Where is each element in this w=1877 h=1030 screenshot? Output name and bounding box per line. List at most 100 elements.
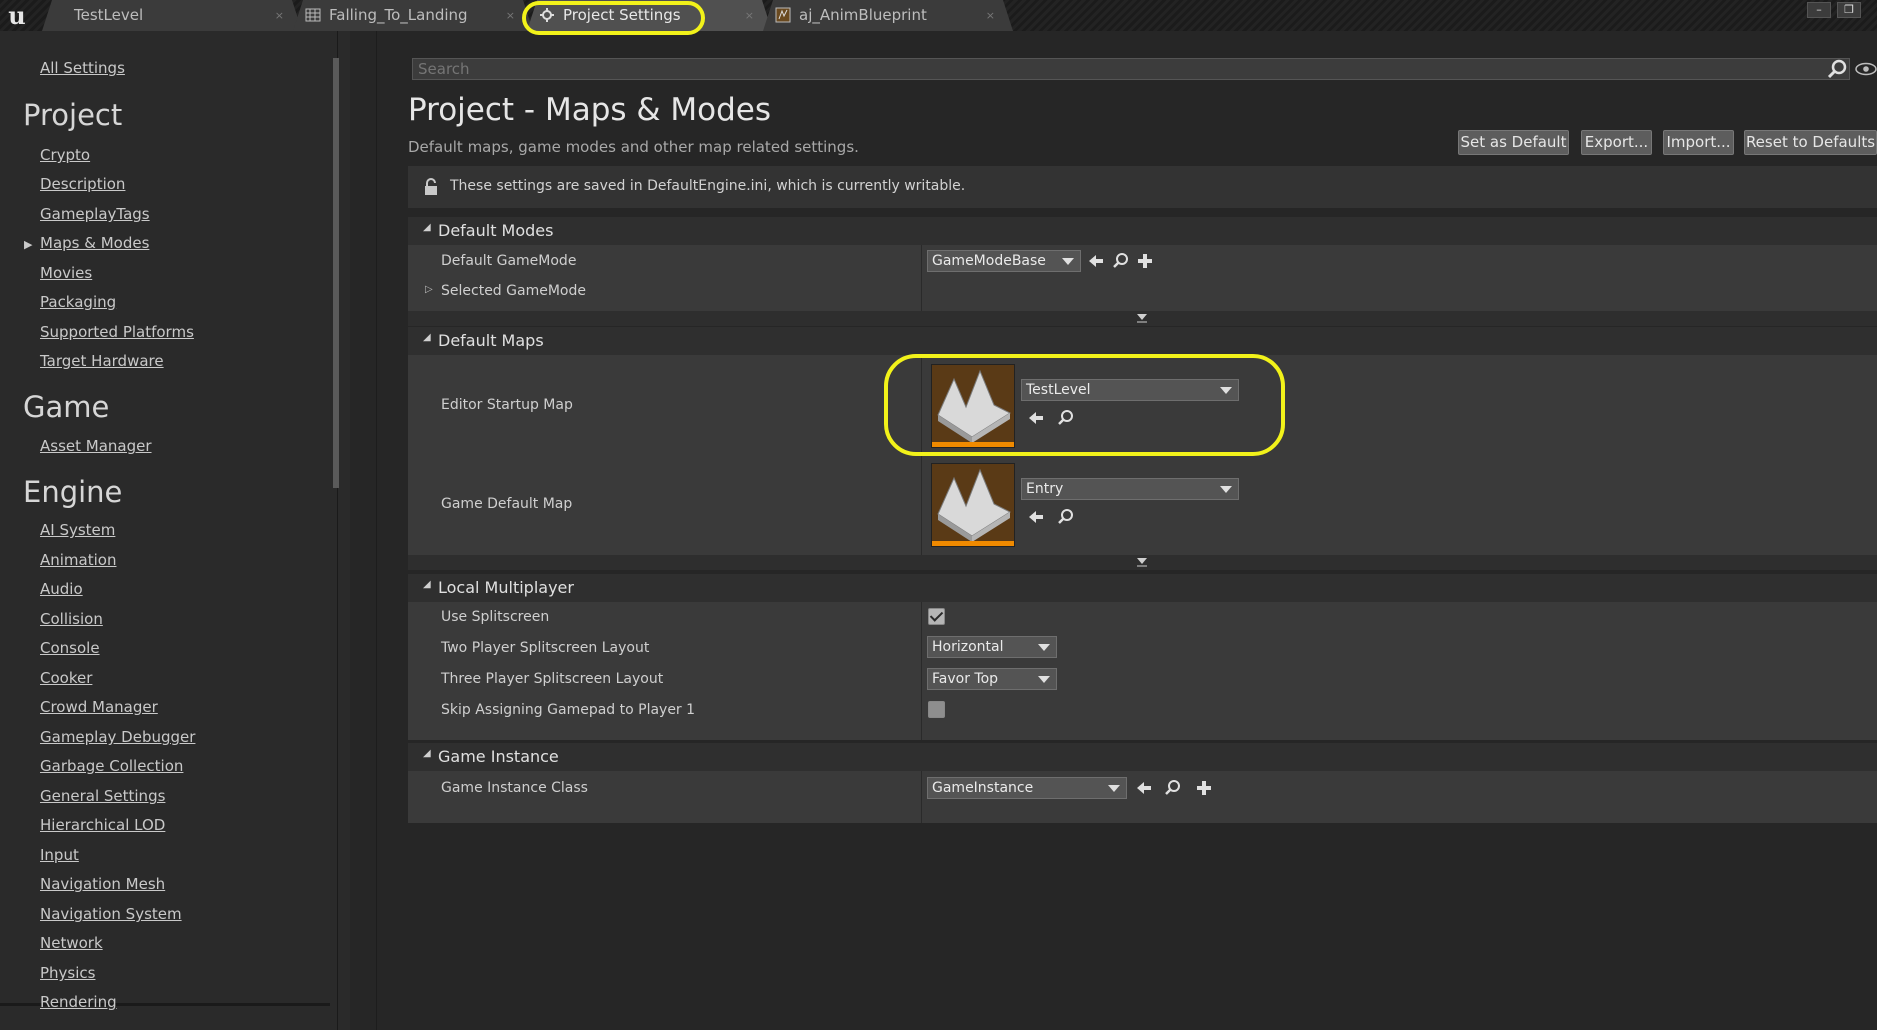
page-subtitle: Default maps, game modes and other map r… — [408, 138, 859, 156]
browse-search-icon[interactable] — [1057, 508, 1075, 526]
section-title: Default Modes — [438, 221, 554, 240]
sidebar-item-supported-platforms[interactable]: Supported Platforms — [40, 323, 194, 341]
tab-falling-to-landing[interactable]: Falling_To_Landing × — [293, 0, 533, 31]
chevron-down-icon — [1038, 676, 1050, 683]
advanced-expander[interactable] — [408, 311, 1877, 326]
sidebar-item-gameplay-debugger[interactable]: Gameplay Debugger — [40, 728, 195, 746]
sidebar-item-hierarchical-lod[interactable]: Hierarchical LOD — [40, 816, 165, 834]
sidebar-scrollbar[interactable] — [333, 58, 339, 488]
default-gamemode-combo[interactable]: GameModeBase — [927, 250, 1081, 272]
use-selected-arrow-icon[interactable] — [1135, 779, 1153, 797]
column-splitter[interactable] — [921, 602, 922, 740]
sidebar-item-gameplaytags[interactable]: GameplayTags — [40, 205, 150, 223]
game-instance-class-combo[interactable]: GameInstance — [927, 777, 1127, 799]
sidebar-item-cooker[interactable]: Cooker — [40, 669, 92, 687]
combo-value: GameModeBase — [932, 253, 1046, 269]
page-title: Project - Maps & Modes — [408, 92, 772, 128]
sidebar-item-general-settings[interactable]: General Settings — [40, 787, 165, 805]
three-player-layout-label: Three Player Splitscreen Layout — [441, 671, 664, 687]
chevron-down-icon — [1220, 486, 1232, 493]
column-splitter[interactable] — [921, 245, 922, 311]
advanced-expander[interactable] — [408, 555, 1877, 570]
game-instance-class-label: Game Instance Class — [441, 780, 588, 796]
animation-icon — [305, 7, 321, 23]
eye-icon[interactable] — [1855, 62, 1877, 76]
two-player-layout-label: Two Player Splitscreen Layout — [441, 640, 650, 656]
sidebar-item-crowd-manager[interactable]: Crowd Manager — [40, 698, 158, 716]
browse-search-icon[interactable] — [1112, 252, 1130, 270]
search-icon[interactable] — [1826, 58, 1848, 80]
sidebar-item-description[interactable]: Description — [40, 175, 125, 193]
sidebar-item-input[interactable]: Input — [40, 846, 79, 864]
close-icon[interactable]: × — [275, 0, 284, 31]
sidebar-item-rendering[interactable]: Rendering — [40, 993, 117, 1011]
sidebar-group-engine: Engine — [23, 475, 123, 509]
unreal-logo-icon[interactable]: u — [4, 3, 30, 29]
close-icon[interactable]: × — [986, 0, 995, 31]
editor-startup-map-label: Editor Startup Map — [441, 397, 573, 413]
collapse-icon: ◢ — [423, 332, 431, 343]
minimize-icon[interactable]: – — [1807, 2, 1831, 18]
close-icon[interactable]: × — [745, 0, 754, 31]
sidebar-item-garbage-collection[interactable]: Garbage Collection — [40, 757, 183, 775]
sidebar-item-movies[interactable]: Movies — [40, 264, 92, 282]
search-box — [412, 58, 1850, 80]
section-default-modes[interactable]: ◢ Default Modes — [408, 217, 1877, 245]
collapse-icon: ◢ — [423, 222, 431, 233]
browse-search-icon[interactable] — [1164, 779, 1182, 797]
sidebar-item-audio[interactable]: Audio — [40, 580, 83, 598]
selected-gamemode-label: Selected GameMode — [441, 283, 586, 299]
tab-label: aj_AnimBlueprint — [799, 6, 927, 24]
expand-arrow-icon[interactable]: ▷ — [425, 284, 433, 295]
sidebar-item-animation[interactable]: Animation — [40, 551, 116, 569]
section-title: Default Maps — [438, 331, 544, 350]
add-plus-icon[interactable] — [1136, 252, 1154, 270]
sidebar-item-target-hardware[interactable]: Target Hardware — [40, 352, 164, 370]
combo-value: Entry — [1026, 481, 1064, 497]
two-player-layout-combo[interactable]: Horizontal — [927, 636, 1057, 658]
add-plus-icon[interactable] — [1195, 779, 1213, 797]
chevron-down-icon — [1137, 558, 1147, 567]
sidebar-item-crypto[interactable]: Crypto — [40, 146, 90, 164]
export-button[interactable]: Export... — [1581, 130, 1652, 155]
sidebar-item-console[interactable]: Console — [40, 639, 100, 657]
config-notice: These settings are saved in DefaultEngin… — [408, 166, 1877, 208]
sidebar-item-packaging[interactable]: Packaging — [40, 293, 116, 311]
column-splitter[interactable] — [921, 771, 922, 823]
combo-value: Favor Top — [932, 671, 999, 687]
sidebar-item-asset-manager[interactable]: Asset Manager — [40, 437, 152, 455]
tab-aj-animblueprint[interactable]: aj_AnimBlueprint × — [763, 0, 1013, 31]
close-icon[interactable]: × — [506, 0, 515, 31]
section-local-multiplayer[interactable]: ◢ Local Multiplayer — [408, 574, 1877, 602]
default-gamemode-label: Default GameMode — [441, 253, 577, 269]
import-button[interactable]: Import... — [1663, 130, 1734, 155]
game-default-map-combo[interactable]: Entry — [1021, 478, 1239, 500]
sidebar-item-navigation-system[interactable]: Navigation System — [40, 905, 182, 923]
sidebar-item-network[interactable]: Network — [40, 934, 103, 952]
set-as-default-button[interactable]: Set as Default — [1458, 130, 1569, 155]
unlock-icon — [425, 178, 437, 195]
sidebar-item-maps-modes[interactable]: Maps & Modes — [40, 234, 149, 252]
tab-testlevel[interactable]: TestLevel × — [42, 0, 302, 31]
section-default-maps[interactable]: ◢ Default Maps — [408, 327, 1877, 355]
level-icon — [937, 468, 1012, 542]
sidebar-item-ai-system[interactable]: AI System — [40, 521, 115, 539]
skip-gamepad-checkbox[interactable] — [928, 701, 945, 718]
collapse-icon: ◢ — [423, 748, 431, 759]
use-selected-arrow-icon[interactable] — [1087, 252, 1105, 270]
use-selected-arrow-icon[interactable] — [1027, 508, 1045, 526]
search-input[interactable] — [413, 59, 1849, 79]
sidebar-item-navigation-mesh[interactable]: Navigation Mesh — [40, 875, 165, 893]
sidebar-item-physics[interactable]: Physics — [40, 964, 95, 982]
sidebar-item-collision[interactable]: Collision — [40, 610, 103, 628]
three-player-layout-combo[interactable]: Favor Top — [927, 668, 1057, 690]
reset-to-defaults-button[interactable]: Reset to Defaults — [1744, 130, 1877, 155]
section-game-instance[interactable]: ◢ Game Instance — [408, 743, 1877, 771]
blueprint-icon — [775, 7, 791, 23]
panel-divider[interactable] — [376, 31, 377, 1030]
sidebar-item-all-settings[interactable]: All Settings — [40, 59, 125, 77]
restore-icon[interactable]: ❐ — [1837, 2, 1861, 18]
selected-arrow-icon: ▶ — [24, 238, 33, 251]
map-thumbnail[interactable] — [931, 463, 1015, 547]
use-splitscreen-checkbox[interactable] — [928, 608, 945, 625]
